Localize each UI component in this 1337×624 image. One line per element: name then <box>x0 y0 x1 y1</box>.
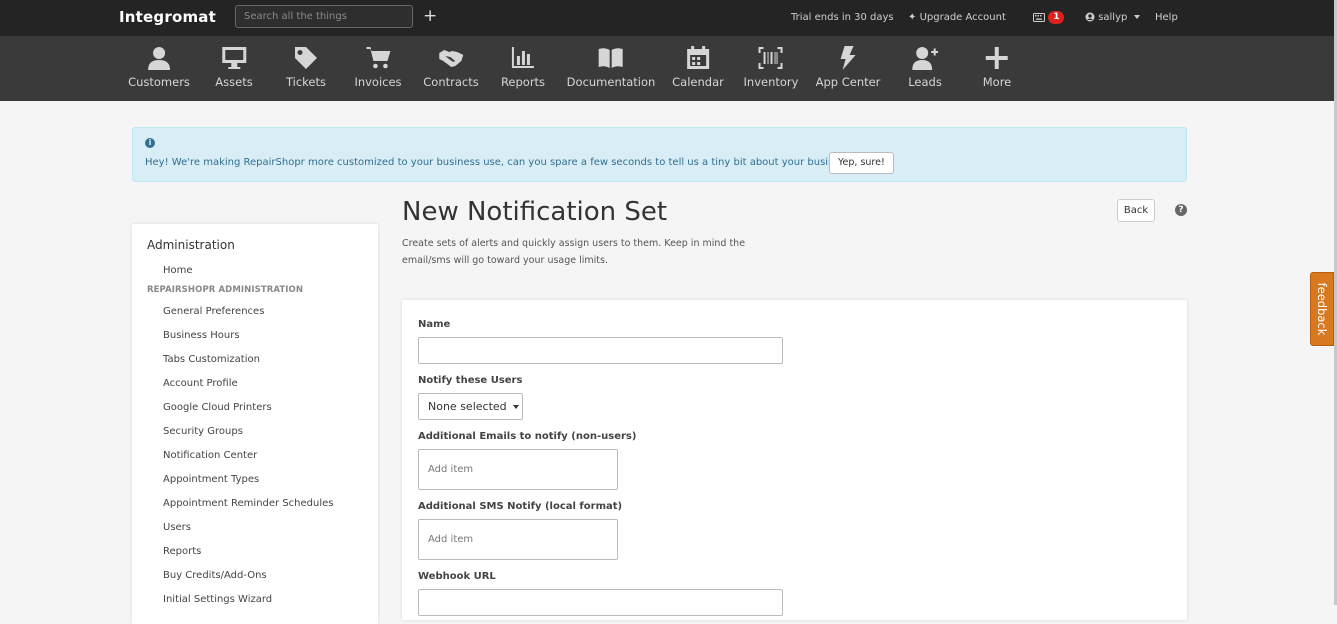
additional-emails-label: Additional Emails to notify (non-users) <box>418 431 637 442</box>
calendar-icon <box>687 46 709 69</box>
caret-down-icon <box>513 405 520 409</box>
nav-label: Reports <box>500 75 546 89</box>
nav-customers[interactable]: Customers <box>128 36 190 101</box>
nav-label: Leads <box>908 75 942 89</box>
info-icon: i <box>145 138 155 148</box>
search-input[interactable] <box>235 5 413 28</box>
notification-set-form: Name Notify these Users None selected Ad… <box>402 300 1187 620</box>
nav-label: Invoices <box>354 75 402 89</box>
bar-chart-icon <box>512 47 534 68</box>
user-menu[interactable]: sallyp <box>1085 0 1140 36</box>
sidebar-item-security-groups[interactable]: Security Groups <box>163 426 333 450</box>
user-plus-icon <box>912 47 938 70</box>
sidebar-item-general-preferences[interactable]: General Preferences <box>163 306 333 330</box>
bolt-icon <box>840 46 856 70</box>
sidebar-list: General Preferences Business Hours Tabs … <box>163 306 333 618</box>
sidebar-item-appointment-reminder-schedules[interactable]: Appointment Reminder Schedules <box>163 498 333 522</box>
chevron-down-icon <box>1133 15 1140 19</box>
sidebar-item-google-cloud-printers[interactable]: Google Cloud Printers <box>163 402 333 426</box>
nav-leads[interactable]: Leads <box>908 36 942 101</box>
notifications-button[interactable]: 1 <box>1033 0 1065 36</box>
nav-label: More <box>982 75 1012 89</box>
nav-inventory[interactable]: Inventory <box>743 36 799 101</box>
quick-add-button[interactable]: + <box>423 6 437 26</box>
nav-more[interactable]: More <box>982 36 1012 101</box>
barcode-icon <box>759 47 783 69</box>
brand-name[interactable]: Integromat <box>119 8 216 26</box>
info-alert: i Hey! We're making RepairShopr more cus… <box>132 127 1187 182</box>
book-icon <box>599 48 623 68</box>
additional-emails-input[interactable] <box>418 449 618 490</box>
sidebar-item-notification-center[interactable]: Notification Center <box>163 450 333 474</box>
page-description: Create sets of alerts and quickly assign… <box>402 238 746 266</box>
trial-notice: Trial ends in 30 days <box>791 12 894 23</box>
nav-label: App Center <box>815 75 881 89</box>
nav-label: Customers <box>128 75 190 89</box>
nav-documentation[interactable]: Documentation <box>566 36 656 101</box>
sidebar-item-tabs-customization[interactable]: Tabs Customization <box>163 354 333 378</box>
main-nav: Customers Assets Tickets Invoices Contra… <box>0 36 1334 101</box>
yep-sure-button[interactable]: Yep, sure! <box>829 152 894 174</box>
sidebar-title: Administration <box>147 238 235 252</box>
user-icon <box>147 47 170 70</box>
notify-users-selected: None selected <box>428 400 507 413</box>
sidebar-item-appointment-types[interactable]: Appointment Types <box>163 474 333 498</box>
nav-label: Contracts <box>423 75 479 89</box>
page-title: New Notification Set <box>402 197 668 227</box>
sidebar-item-reports[interactable]: Reports <box>163 546 333 570</box>
nav-label: Inventory <box>743 75 799 89</box>
back-button[interactable]: Back <box>1117 199 1155 222</box>
nav-label: Assets <box>215 75 253 89</box>
webhook-url-label: Webhook URL <box>418 571 496 582</box>
keyboard-icon <box>1033 12 1045 22</box>
nav-calendar[interactable]: Calendar <box>672 36 724 101</box>
sidebar-item-users[interactable]: Users <box>163 522 333 546</box>
upgrade-account-label: Upgrade Account <box>919 12 1006 23</box>
admin-sidebar: Administration Home RepairShopr Administ… <box>132 224 378 624</box>
sidebar-item-buy-credits[interactable]: Buy Credits/Add-Ons <box>163 570 333 594</box>
handshake-icon <box>439 50 463 67</box>
user-circle-icon <box>1085 12 1095 22</box>
notify-users-dropdown[interactable]: None selected <box>418 393 523 420</box>
additional-sms-input[interactable] <box>418 519 618 560</box>
sidebar-item-business-hours[interactable]: Business Hours <box>163 330 333 354</box>
alert-message: Hey! We're making RepairShopr more custo… <box>145 157 857 168</box>
tag-icon <box>294 47 317 69</box>
nav-contracts[interactable]: Contracts <box>423 36 479 101</box>
sidebar-item-home[interactable]: Home <box>163 265 193 276</box>
notify-users-label: Notify these Users <box>418 375 523 386</box>
sidebar-section-heading: RepairShopr Administration <box>147 285 304 295</box>
name-input[interactable] <box>418 337 783 364</box>
notification-count-badge: 1 <box>1048 10 1065 24</box>
feedback-label: feedback <box>1315 282 1329 336</box>
feedback-tab[interactable]: feedback <box>1310 272 1334 346</box>
sidebar-item-account-profile[interactable]: Account Profile <box>163 378 333 402</box>
question-circle-icon[interactable]: ? <box>1175 204 1187 216</box>
upgrade-account-link[interactable]: ✦ Upgrade Account <box>908 0 1006 36</box>
nav-tickets[interactable]: Tickets <box>286 36 326 101</box>
cart-icon <box>365 47 390 69</box>
nav-label: Documentation <box>566 75 656 89</box>
nav-label: Tickets <box>285 75 327 89</box>
webhook-url-input[interactable] <box>418 589 783 616</box>
sidebar-item-initial-settings-wizard[interactable]: Initial Settings Wizard <box>163 594 333 618</box>
nav-assets[interactable]: Assets <box>215 36 253 101</box>
sparkle-icon: ✦ <box>908 12 917 23</box>
user-name: sallyp <box>1098 12 1128 23</box>
top-bar: Integromat + Trial ends in 30 days ✦ Upg… <box>0 0 1334 36</box>
monitor-icon <box>222 47 246 69</box>
name-label: Name <box>418 319 451 330</box>
nav-reports[interactable]: Reports <box>501 36 545 101</box>
nav-label: Calendar <box>672 75 724 89</box>
nav-invoices[interactable]: Invoices <box>354 36 402 101</box>
help-link[interactable]: Help <box>1155 0 1178 36</box>
nav-app-center[interactable]: App Center <box>815 36 881 101</box>
plus-icon <box>985 47 1008 69</box>
additional-sms-label: Additional SMS Notify (local format) <box>418 501 623 512</box>
